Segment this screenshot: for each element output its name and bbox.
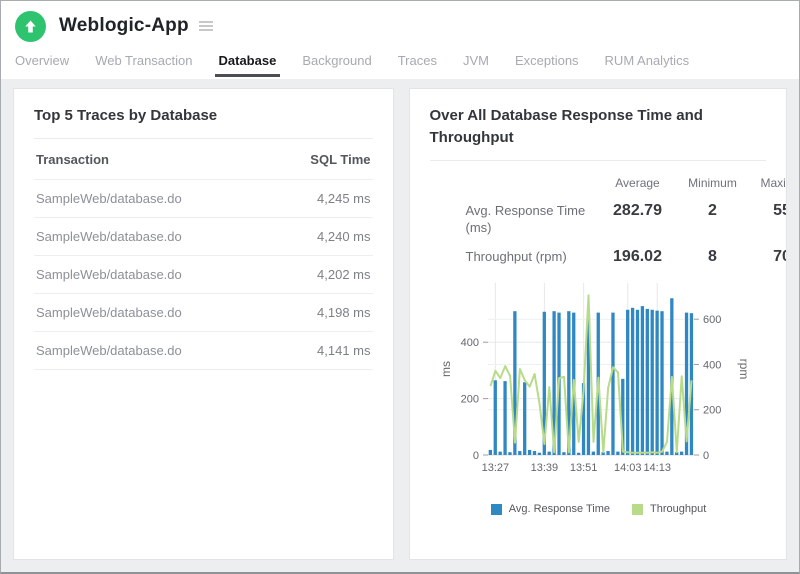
stats-row-label: Throughput (rpm) bbox=[430, 240, 598, 269]
transaction-name[interactable]: SampleWeb/database.do bbox=[36, 305, 182, 320]
table-row[interactable]: SampleWeb/database.do 4,141 ms bbox=[34, 332, 373, 370]
tab-background[interactable]: Background bbox=[302, 53, 371, 77]
left-panel-title: Top 5 Traces by Database bbox=[34, 105, 373, 127]
stats-value: 2 bbox=[678, 194, 748, 240]
sql-time-value: 4,245 ms bbox=[317, 191, 370, 206]
svg-text:14:03: 14:03 bbox=[614, 462, 642, 474]
page-title: Weblogic-App bbox=[59, 15, 189, 37]
traces-table-body: SampleWeb/database.do4,245 msSampleWeb/d… bbox=[34, 180, 373, 370]
table-row[interactable]: SampleWeb/database.do 4,240 ms bbox=[34, 218, 373, 256]
svg-text:13:51: 13:51 bbox=[569, 462, 597, 474]
stats-value: 706 bbox=[748, 240, 787, 269]
transaction-name[interactable]: SampleWeb/database.do bbox=[36, 229, 182, 244]
column-transaction: Transaction bbox=[36, 152, 109, 167]
stats-table: AverageMinimumMaximum Avg. Response Time … bbox=[430, 170, 787, 269]
svg-text:14:13: 14:13 bbox=[643, 462, 671, 474]
sql-time-value: 4,198 ms bbox=[317, 305, 370, 320]
svg-text:200: 200 bbox=[460, 394, 478, 406]
status-up-icon bbox=[15, 11, 46, 42]
stats-value: 282.79 bbox=[598, 194, 678, 240]
sql-time-value: 4,202 ms bbox=[317, 267, 370, 282]
tab-overview[interactable]: Overview bbox=[15, 53, 69, 77]
legend-label: Avg. Response Time bbox=[509, 503, 610, 515]
stats-column-maximum: Maximum bbox=[748, 170, 787, 194]
transaction-name[interactable]: SampleWeb/database.do bbox=[36, 343, 182, 358]
svg-text:400: 400 bbox=[460, 337, 478, 349]
svg-text:400: 400 bbox=[703, 359, 721, 371]
svg-text:13:27: 13:27 bbox=[481, 462, 509, 474]
tab-web-transaction[interactable]: Web Transaction bbox=[95, 53, 192, 77]
svg-text:0: 0 bbox=[472, 450, 478, 462]
stats-column-average: Average bbox=[598, 170, 678, 194]
tab-database[interactable]: Database bbox=[219, 53, 277, 77]
table-row[interactable]: SampleWeb/database.do 4,245 ms bbox=[34, 180, 373, 218]
transaction-name[interactable]: SampleWeb/database.do bbox=[36, 267, 182, 282]
tab-exceptions[interactable]: Exceptions bbox=[515, 53, 579, 77]
stats-value: 8 bbox=[678, 240, 748, 269]
svg-text:200: 200 bbox=[703, 405, 721, 417]
traces-table: Transaction SQL Time SampleWeb/database.… bbox=[34, 139, 373, 370]
up-arrow-icon bbox=[23, 19, 38, 34]
svg-text:rpm: rpm bbox=[737, 359, 751, 380]
svg-text:600: 600 bbox=[703, 314, 721, 326]
transaction-name[interactable]: SampleWeb/database.do bbox=[36, 191, 182, 206]
app-window: Weblogic-App Overview Web Transaction Data… bbox=[0, 0, 800, 574]
top-traces-panel: Top 5 Traces by Database Transaction SQL… bbox=[14, 89, 393, 559]
chart-legend: Avg. Response Time Throughput bbox=[410, 503, 787, 515]
svg-text:13:39: 13:39 bbox=[530, 462, 558, 474]
table-row[interactable]: SampleWeb/database.do 4,202 ms bbox=[34, 256, 373, 294]
stats-row-label: Avg. Response Time (ms) bbox=[430, 194, 598, 240]
app-header: Weblogic-App bbox=[1, 1, 799, 51]
traces-table-header: Transaction SQL Time bbox=[34, 139, 373, 180]
stats-value: 556 bbox=[748, 194, 787, 240]
stats-corner bbox=[430, 170, 598, 194]
tab-rum-analytics[interactable]: RUM Analytics bbox=[605, 53, 690, 77]
svg-text:0: 0 bbox=[703, 450, 709, 462]
tab-jvm[interactable]: JVM bbox=[463, 53, 489, 77]
tab-traces[interactable]: Traces bbox=[398, 53, 437, 77]
sql-time-value: 4,240 ms bbox=[317, 229, 370, 244]
legend-label: Throughput bbox=[650, 503, 706, 515]
legend-swatch-icon bbox=[632, 504, 643, 515]
hamburger-menu-icon[interactable] bbox=[199, 21, 213, 31]
svg-text:ms: ms bbox=[439, 361, 453, 377]
right-panel-title: Over All Database Response Time and Thro… bbox=[430, 105, 760, 149]
sql-time-value: 4,141 ms bbox=[317, 343, 370, 358]
combo-chart: 13:27 13:39 13:51 14:0314:13 0 200 400 0 200 400 6… bbox=[410, 271, 787, 477]
tab-bar: Overview Web Transaction Database Backgroun… bbox=[1, 51, 799, 79]
legend-swatch-icon bbox=[491, 504, 502, 515]
content-area: Top 5 Traces by Database Transaction SQL… bbox=[1, 79, 799, 572]
stats-column-minimum: Minimum bbox=[678, 170, 748, 194]
legend-item-throughput[interactable]: Throughput bbox=[632, 503, 706, 515]
table-row[interactable]: SampleWeb/database.do 4,198 ms bbox=[34, 294, 373, 332]
divider bbox=[430, 160, 767, 161]
column-sql-time: SQL Time bbox=[310, 152, 370, 167]
stats-value: 196.02 bbox=[598, 240, 678, 269]
legend-item-avg-response-time[interactable]: Avg. Response Time bbox=[491, 503, 610, 515]
response-throughput-panel: Over All Database Response Time and Thro… bbox=[410, 89, 787, 559]
